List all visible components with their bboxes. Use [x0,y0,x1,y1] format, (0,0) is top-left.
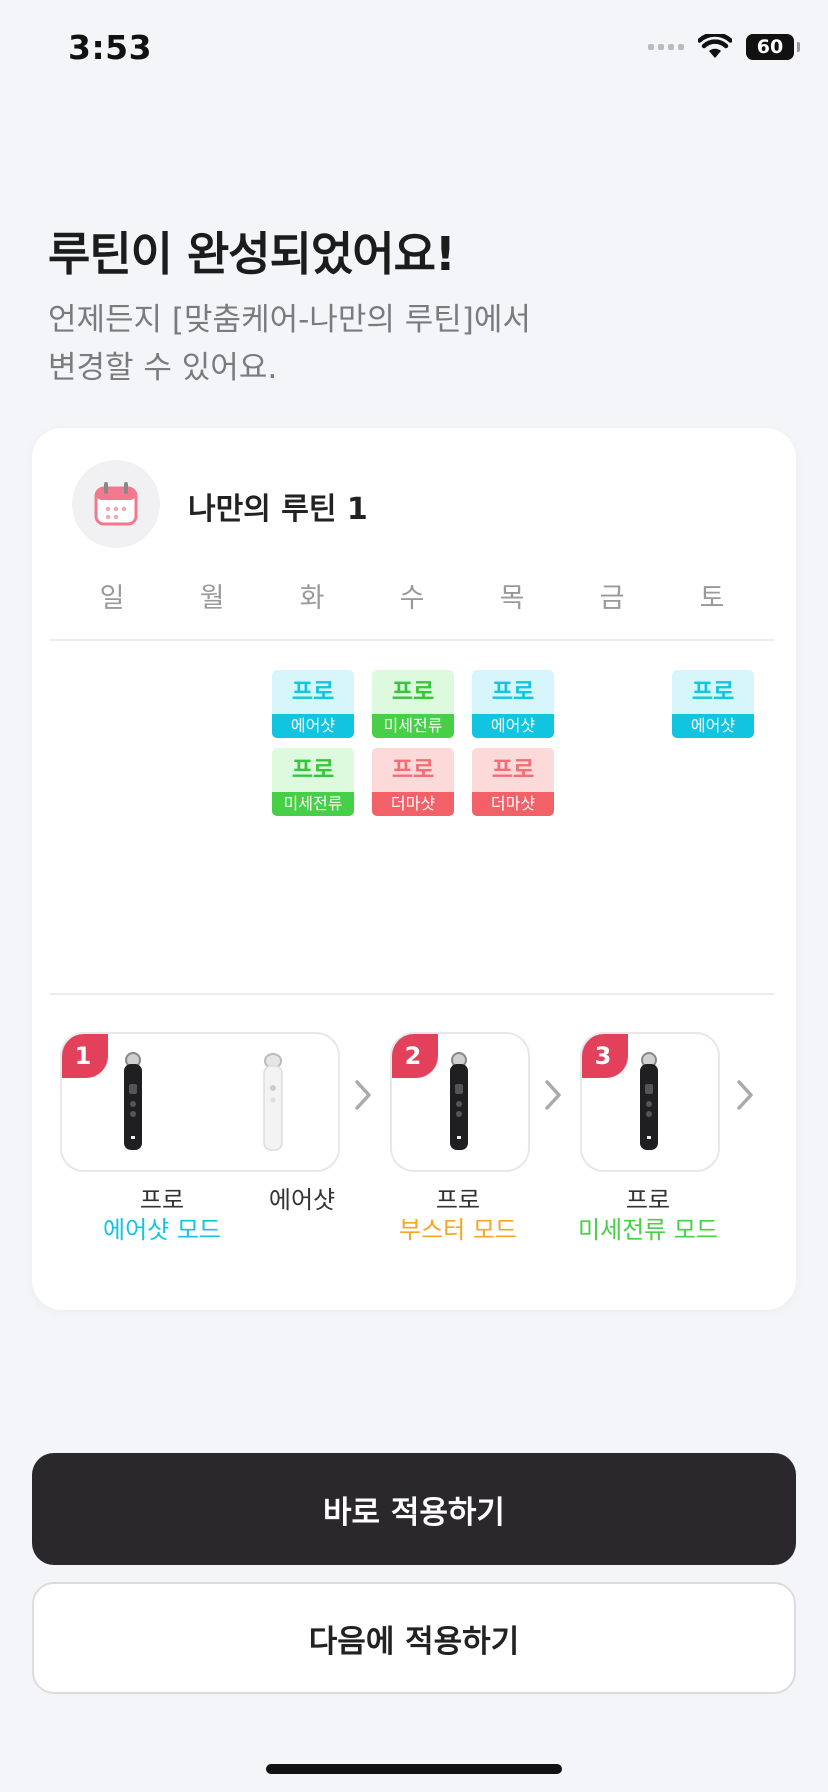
chip-device: 프로 [291,679,335,705]
step-1-mode-label: 에어샷 모드 [102,1216,222,1244]
routine-card: 나만의 루틴 1 일 월 화 수 목 금 토 프로 에어샷 프로 미세전류 프로… [32,428,796,1310]
chip-device: 프로 [291,757,335,783]
chip-mode: 미세전류 [372,714,454,738]
cellular-signal-icon [648,44,684,50]
chip-mode: 에어샷 [272,714,354,738]
weekday-sat: 토 [699,583,725,614]
status-icons: 60 [648,34,800,60]
divider [50,639,774,641]
chip-mode: 에어샷 [472,714,554,738]
schedule-chip-thu-2[interactable]: 프로 더마샷 [472,748,554,816]
airshot-device-icon [263,1053,283,1151]
routine-step-2[interactable]: 2 [390,1032,530,1172]
step-number-badge: 1 [62,1034,108,1078]
step-3-mode-label: 미세전류 모드 [577,1216,719,1244]
weekday-mon: 월 [199,583,225,614]
pro-device-icon [450,1052,468,1150]
weekday-fri: 금 [599,583,625,614]
page-title: 루틴이 완성되었어요! [48,227,456,281]
chip-mode: 더마샷 [372,792,454,816]
chip-mode: 미세전류 [272,792,354,816]
apply-now-button[interactable]: 바로 적용하기 [32,1453,796,1565]
pro-device-icon [124,1052,142,1150]
schedule-chip-tue-2[interactable]: 프로 미세전류 [272,748,354,816]
routine-step-1[interactable]: 1 [60,1032,340,1172]
chip-mode: 더마샷 [472,792,554,816]
battery-level: 60 [756,36,784,58]
schedule-chip-wed-2[interactable]: 프로 더마샷 [372,748,454,816]
step-number-badge: 3 [582,1034,628,1078]
step-2-mode-label: 부스터 모드 [398,1216,518,1244]
routine-step-3[interactable]: 3 [580,1032,720,1172]
weekday-thu: 목 [499,583,525,614]
chip-device: 프로 [691,679,735,705]
chevron-right-icon [355,1080,371,1110]
chip-device: 프로 [491,757,535,783]
step-number-badge: 2 [392,1034,438,1078]
routine-title: 나만의 루틴 1 [188,492,368,527]
battery-icon: 60 [746,34,800,60]
status-time: 3:53 [68,28,153,67]
chip-device: 프로 [491,679,535,705]
chip-mode: 에어샷 [672,714,754,738]
page-subtitle: 언제든지 [맞춤케어-나만의 루틴]에서 변경할 수 있어요. [48,296,768,392]
schedule-chip-sat-1[interactable]: 프로 에어샷 [672,670,754,738]
divider [50,993,774,995]
weekday-sun: 일 [99,583,125,614]
weekday-tue: 화 [299,583,325,614]
weekday-wed: 수 [399,583,425,614]
schedule-chip-wed-1[interactable]: 프로 미세전류 [372,670,454,738]
schedule-chip-thu-1[interactable]: 프로 에어샷 [472,670,554,738]
subtitle-line: 언제든지 [맞춤케어-나만의 루틴]에서 [48,302,531,338]
home-indicator [266,1764,562,1774]
pro-device-icon [640,1052,658,1150]
wifi-icon [698,34,732,58]
chevron-right-icon [737,1080,753,1110]
calendar-icon [72,460,160,548]
apply-later-button[interactable]: 다음에 적용하기 [32,1582,796,1694]
chevron-right-icon [545,1080,561,1110]
schedule-chip-tue-1[interactable]: 프로 에어샷 [272,670,354,738]
subtitle-line: 변경할 수 있어요. [48,350,278,386]
chip-device: 프로 [391,757,435,783]
step-1-secondary-label: 에어샷 [268,1186,336,1214]
chip-device: 프로 [391,679,435,705]
